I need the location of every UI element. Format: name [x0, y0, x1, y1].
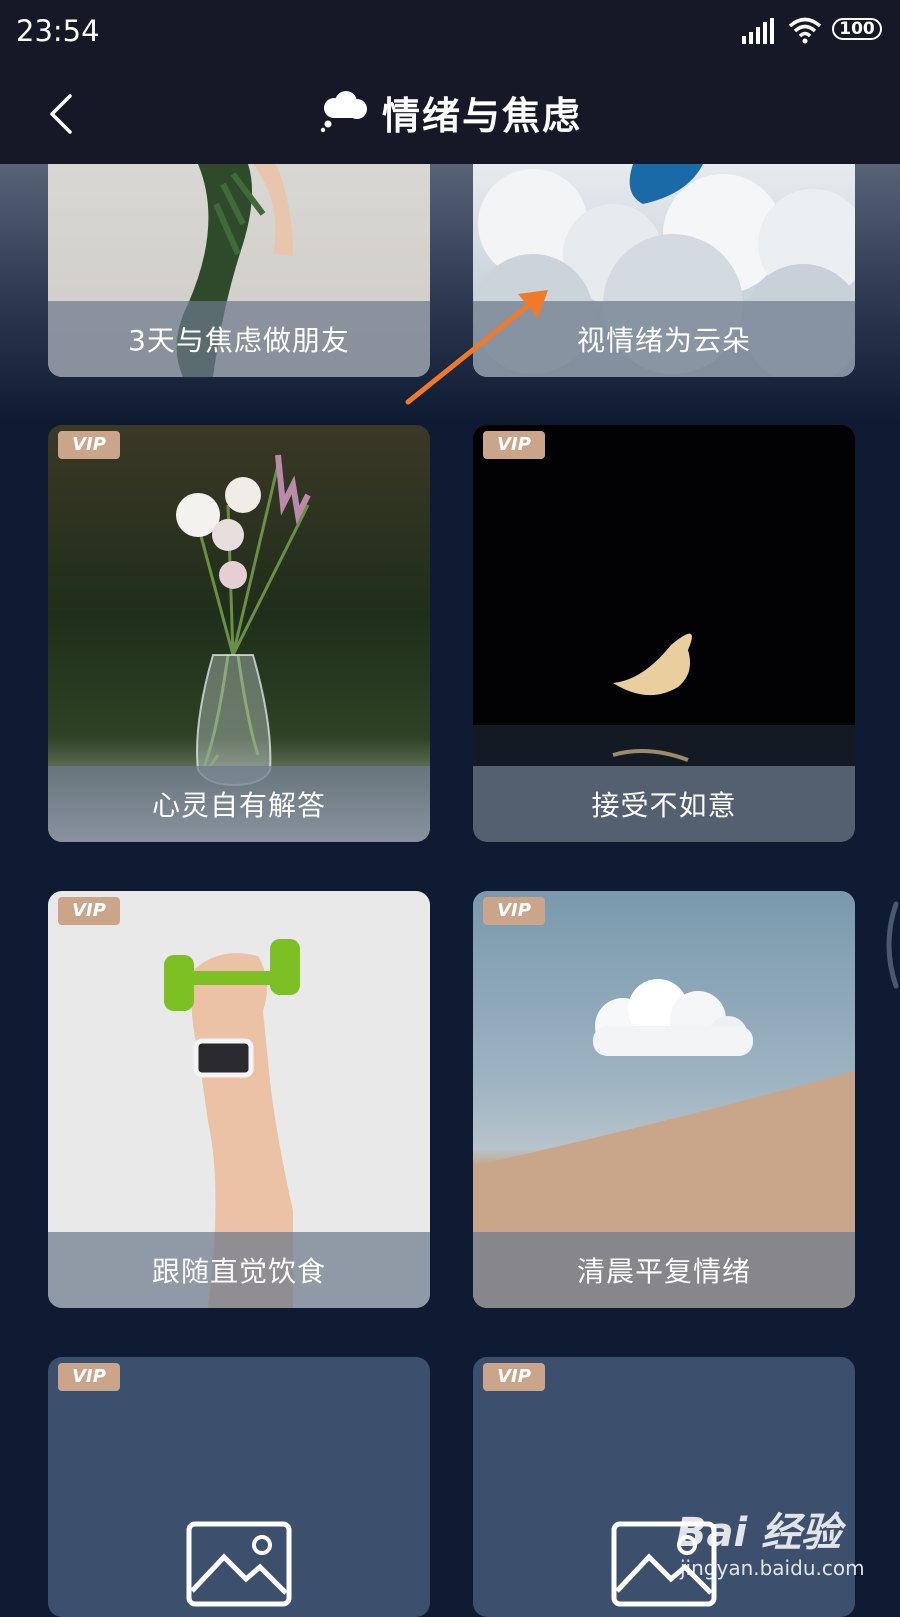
wifi-icon [788, 17, 822, 44]
card-label: 3天与焦虑做朋友 [48, 301, 430, 377]
battery-indicator: 100 [832, 18, 882, 40]
course-card[interactable]: VIP [48, 1357, 430, 1617]
card-label: 接受不如意 [473, 766, 855, 842]
vip-badge: VIP [58, 897, 120, 925]
course-card[interactable]: VIP 清晨平复情绪 [473, 891, 855, 1308]
card-label: 清晨平复情绪 [473, 1232, 855, 1308]
status-time: 23:54 [16, 14, 100, 48]
vip-badge: VIP [483, 1363, 545, 1391]
watermark-site: jingyan.baidu.com [680, 1556, 865, 1580]
image-placeholder-icon [186, 1521, 292, 1607]
status-bar: 23:54 100 [0, 0, 900, 60]
watermark-logo: Bai 经验 [676, 1510, 842, 1556]
course-card[interactable]: VIP 接受不如意 [473, 425, 855, 842]
vip-badge: VIP [58, 431, 120, 459]
course-card[interactable]: 3天与焦虑做朋友 [48, 164, 430, 377]
title-group: 情绪与焦虑 [0, 60, 900, 164]
baidu-watermark: Bai 经验 jingyan.baidu.com [676, 1500, 886, 1590]
page-title: 情绪与焦虑 [381, 93, 582, 138]
card-label: 视情绪为云朵 [473, 301, 855, 377]
course-card[interactable]: 视情绪为云朵 [473, 164, 855, 377]
card-label: 跟随直觉饮食 [48, 1232, 430, 1308]
vip-badge: VIP [58, 1363, 120, 1391]
vip-badge: VIP [483, 897, 545, 925]
thought-cloud-icon [320, 91, 367, 133]
signal-icon [742, 18, 774, 44]
card-label: 心灵自有解答 [48, 766, 430, 842]
edge-handle-icon[interactable] [876, 900, 900, 990]
course-card[interactable]: VIP 跟随直觉饮食 [48, 891, 430, 1308]
course-card[interactable]: VIP 心灵自有解答 [48, 425, 430, 842]
vip-badge: VIP [483, 431, 545, 459]
top-nav-bar: 情绪与焦虑 [0, 60, 900, 164]
